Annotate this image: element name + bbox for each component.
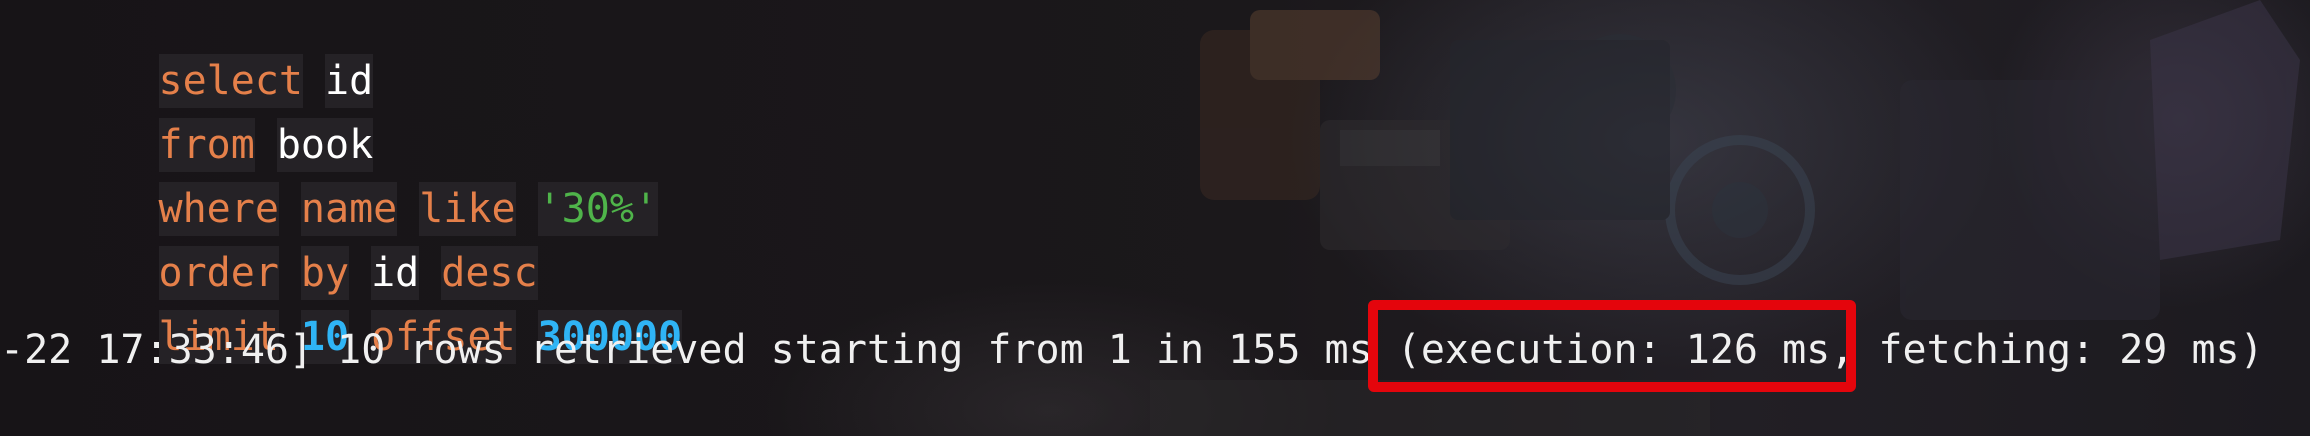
string-literal-token: '30%' (537, 182, 658, 236)
code-line-5: limit 10 offset 300000 (14, 256, 683, 364)
console-screenshot: select id from book where name like '30%' ord… (0, 0, 2310, 436)
code-line-3: where name like '30%' (14, 128, 658, 236)
code-line-2: from book (14, 64, 374, 172)
code-line-1: select id (14, 0, 374, 108)
code-line-4: order by id desc (14, 192, 538, 300)
console-status-line: -22 17:33:46] 10 rows retrieved starting… (0, 327, 2264, 373)
